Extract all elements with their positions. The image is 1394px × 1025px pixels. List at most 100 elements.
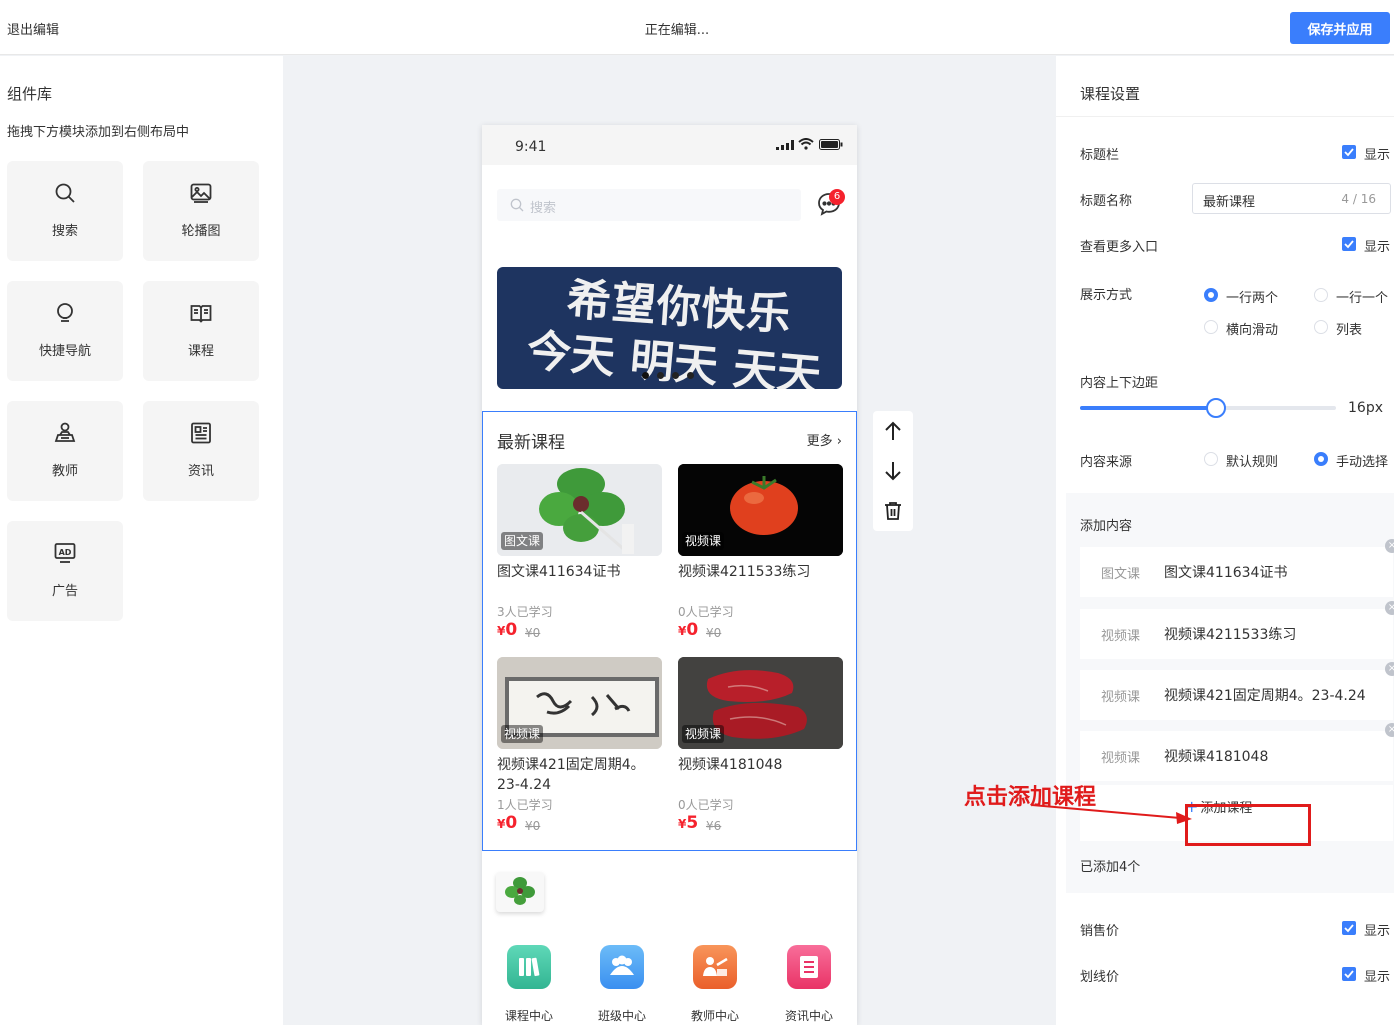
content-item[interactable]: 图文课 图文课411634证书 × xyxy=(1080,539,1394,597)
title-name-input[interactable]: 最新课程 4 / 16 xyxy=(1192,183,1391,214)
title-bar-checkbox[interactable] xyxy=(1342,145,1356,159)
strike-price-label: 划线价 xyxy=(1080,970,1120,985)
divider xyxy=(1056,116,1394,117)
content-item-type: 图文课 xyxy=(1101,567,1141,582)
tile-label: 广告 xyxy=(51,584,78,599)
wifi-icon xyxy=(798,138,814,150)
radio-one-per-row[interactable] xyxy=(1314,288,1328,302)
save-apply-button[interactable]: 保存并应用 xyxy=(1290,12,1390,44)
sale-price-value: 0 xyxy=(686,620,699,640)
sale-price-value: 0 xyxy=(505,813,518,833)
svg-text:AD: AD xyxy=(59,548,72,557)
tile-carousel[interactable]: 轮播图 xyxy=(143,161,259,261)
course-center-icon[interactable] xyxy=(507,945,551,989)
news-center-icon[interactable] xyxy=(787,945,831,989)
tile-news[interactable]: 资讯 xyxy=(143,401,259,501)
course-section[interactable]: 最新课程 更多 › 图文课 图文课411634证书 3人已学习 ¥0 ¥0 视频… xyxy=(482,411,857,851)
course-thumbnail-tomato: 视频课 xyxy=(678,464,843,556)
search-placeholder: 搜索 xyxy=(530,201,557,216)
radio-list[interactable] xyxy=(1314,320,1328,334)
arrow-up-icon[interactable] xyxy=(884,421,902,441)
carousel-dots xyxy=(642,368,702,383)
sale-price-check-label: 显示 xyxy=(1364,924,1391,939)
teacher-center-icon[interactable] xyxy=(693,945,737,989)
sale-price-value: 0 xyxy=(505,620,518,640)
radio-two-per-row-label: 一行两个 xyxy=(1226,291,1279,306)
content-item[interactable]: 视频课 视频课421固定周期4。23-4.24 × xyxy=(1080,662,1394,720)
content-item-type: 视频课 xyxy=(1101,751,1141,766)
nav-label-course-center: 课程中心 xyxy=(504,1009,553,1023)
content-item-name: 视频课4181048 xyxy=(1164,749,1269,765)
library-hint: 拖拽下方模块添加到右侧布局中 xyxy=(7,125,190,140)
sale-price: ¥5 xyxy=(678,813,698,833)
settings-title: 课程设置 xyxy=(1080,85,1141,103)
teacher-icon xyxy=(54,422,76,442)
trash-icon[interactable] xyxy=(884,501,902,521)
content-item[interactable]: 视频课 视频课4181048 × xyxy=(1080,723,1394,781)
view-more-checkbox[interactable] xyxy=(1342,237,1356,251)
padding-slider[interactable] xyxy=(1080,398,1336,418)
radio-manual-select[interactable] xyxy=(1314,452,1328,466)
content-source-label: 内容来源 xyxy=(1080,455,1133,470)
view-more-check-label: 显示 xyxy=(1364,240,1391,255)
bulb-icon xyxy=(57,303,73,322)
sale-price-checkbox[interactable] xyxy=(1342,921,1356,935)
content-item[interactable]: 视频课 视频课4211533练习 × xyxy=(1080,601,1394,659)
display-mode-label: 展示方式 xyxy=(1080,288,1133,303)
view-more-label: 查看更多入口 xyxy=(1080,240,1159,255)
course-settings-panel: 课程设置 标题栏 显示 标题名称 最新课程 4 / 16 查看更多入口 显示 展… xyxy=(1056,56,1394,1025)
book-icon xyxy=(190,305,212,323)
tile-course[interactable]: 课程 xyxy=(143,281,259,381)
remove-icon[interactable]: × xyxy=(1385,723,1394,737)
annotation-highlight-box xyxy=(1185,804,1311,846)
course-type-badge: 视频课 xyxy=(682,725,725,743)
radio-one-per-row-label: 一行一个 xyxy=(1336,291,1389,306)
slider-handle[interactable] xyxy=(1205,398,1226,418)
arrow-down-icon[interactable] xyxy=(884,461,902,481)
course-type-badge: 视频课 xyxy=(682,532,725,550)
status-time: 9:41 xyxy=(515,139,547,155)
radio-default-rule[interactable] xyxy=(1204,452,1218,466)
learner-count: 1人已学习 xyxy=(497,798,553,812)
remove-icon[interactable]: × xyxy=(1385,601,1394,615)
carousel-banner[interactable]: 希望你快乐 今天 明天 天天 xyxy=(497,267,842,389)
teacher-thumbnail[interactable] xyxy=(496,872,544,912)
learner-count: 0人已学习 xyxy=(678,798,734,812)
message-button[interactable]: 6 xyxy=(816,189,846,221)
original-price: ¥0 xyxy=(706,626,722,640)
title-name-value: 最新课程 xyxy=(1203,195,1256,210)
radio-two-per-row[interactable] xyxy=(1204,288,1218,302)
component-library: 组件库 拖拽下方模块添加到右侧布局中 搜索 轮播图 快捷导航 课程 教师 资讯 … xyxy=(0,56,283,1025)
padding-label: 内容上下边距 xyxy=(1080,376,1159,391)
image-icon xyxy=(190,183,212,203)
search-bar[interactable]: 搜索 xyxy=(497,189,801,221)
remove-icon[interactable]: × xyxy=(1385,539,1394,553)
content-item-name: 视频课421固定周期4。23-4.24 xyxy=(1164,688,1366,704)
tile-search[interactable]: 搜索 xyxy=(7,161,123,261)
learner-count: 3人已学习 xyxy=(497,605,553,619)
nav-label-class-center: 班级中心 xyxy=(597,1009,646,1023)
course-thumbnail-calligraphy: 视频课 xyxy=(497,657,662,749)
added-count: 已添加4个 xyxy=(1080,860,1141,875)
class-center-icon[interactable] xyxy=(600,945,644,989)
radio-horizontal-scroll-label: 横向滑动 xyxy=(1226,323,1279,338)
tile-quick-nav[interactable]: 快捷导航 xyxy=(7,281,123,381)
search-icon xyxy=(510,198,524,212)
remove-icon[interactable]: × xyxy=(1385,662,1394,676)
tile-ad[interactable]: AD 广告 xyxy=(7,521,123,621)
tile-label: 资讯 xyxy=(187,464,214,479)
more-link[interactable]: 更多 › xyxy=(807,430,842,449)
radio-horizontal-scroll[interactable] xyxy=(1204,320,1218,334)
slider-fill xyxy=(1080,406,1216,410)
sale-price-value: 5 xyxy=(686,813,699,833)
content-item-type: 视频课 xyxy=(1101,629,1141,644)
course-type-badge: 视频课 xyxy=(501,725,544,743)
tile-label: 搜索 xyxy=(51,224,78,239)
battery-icon xyxy=(819,139,843,150)
annotation-arrow xyxy=(1031,804,1192,824)
title-name-count: 4 / 16 xyxy=(1341,192,1376,206)
tile-teacher[interactable]: 教师 xyxy=(7,401,123,501)
strike-price-checkbox[interactable] xyxy=(1342,967,1356,981)
padding-value: 16px xyxy=(1348,400,1383,416)
section-toolbar xyxy=(873,411,913,531)
